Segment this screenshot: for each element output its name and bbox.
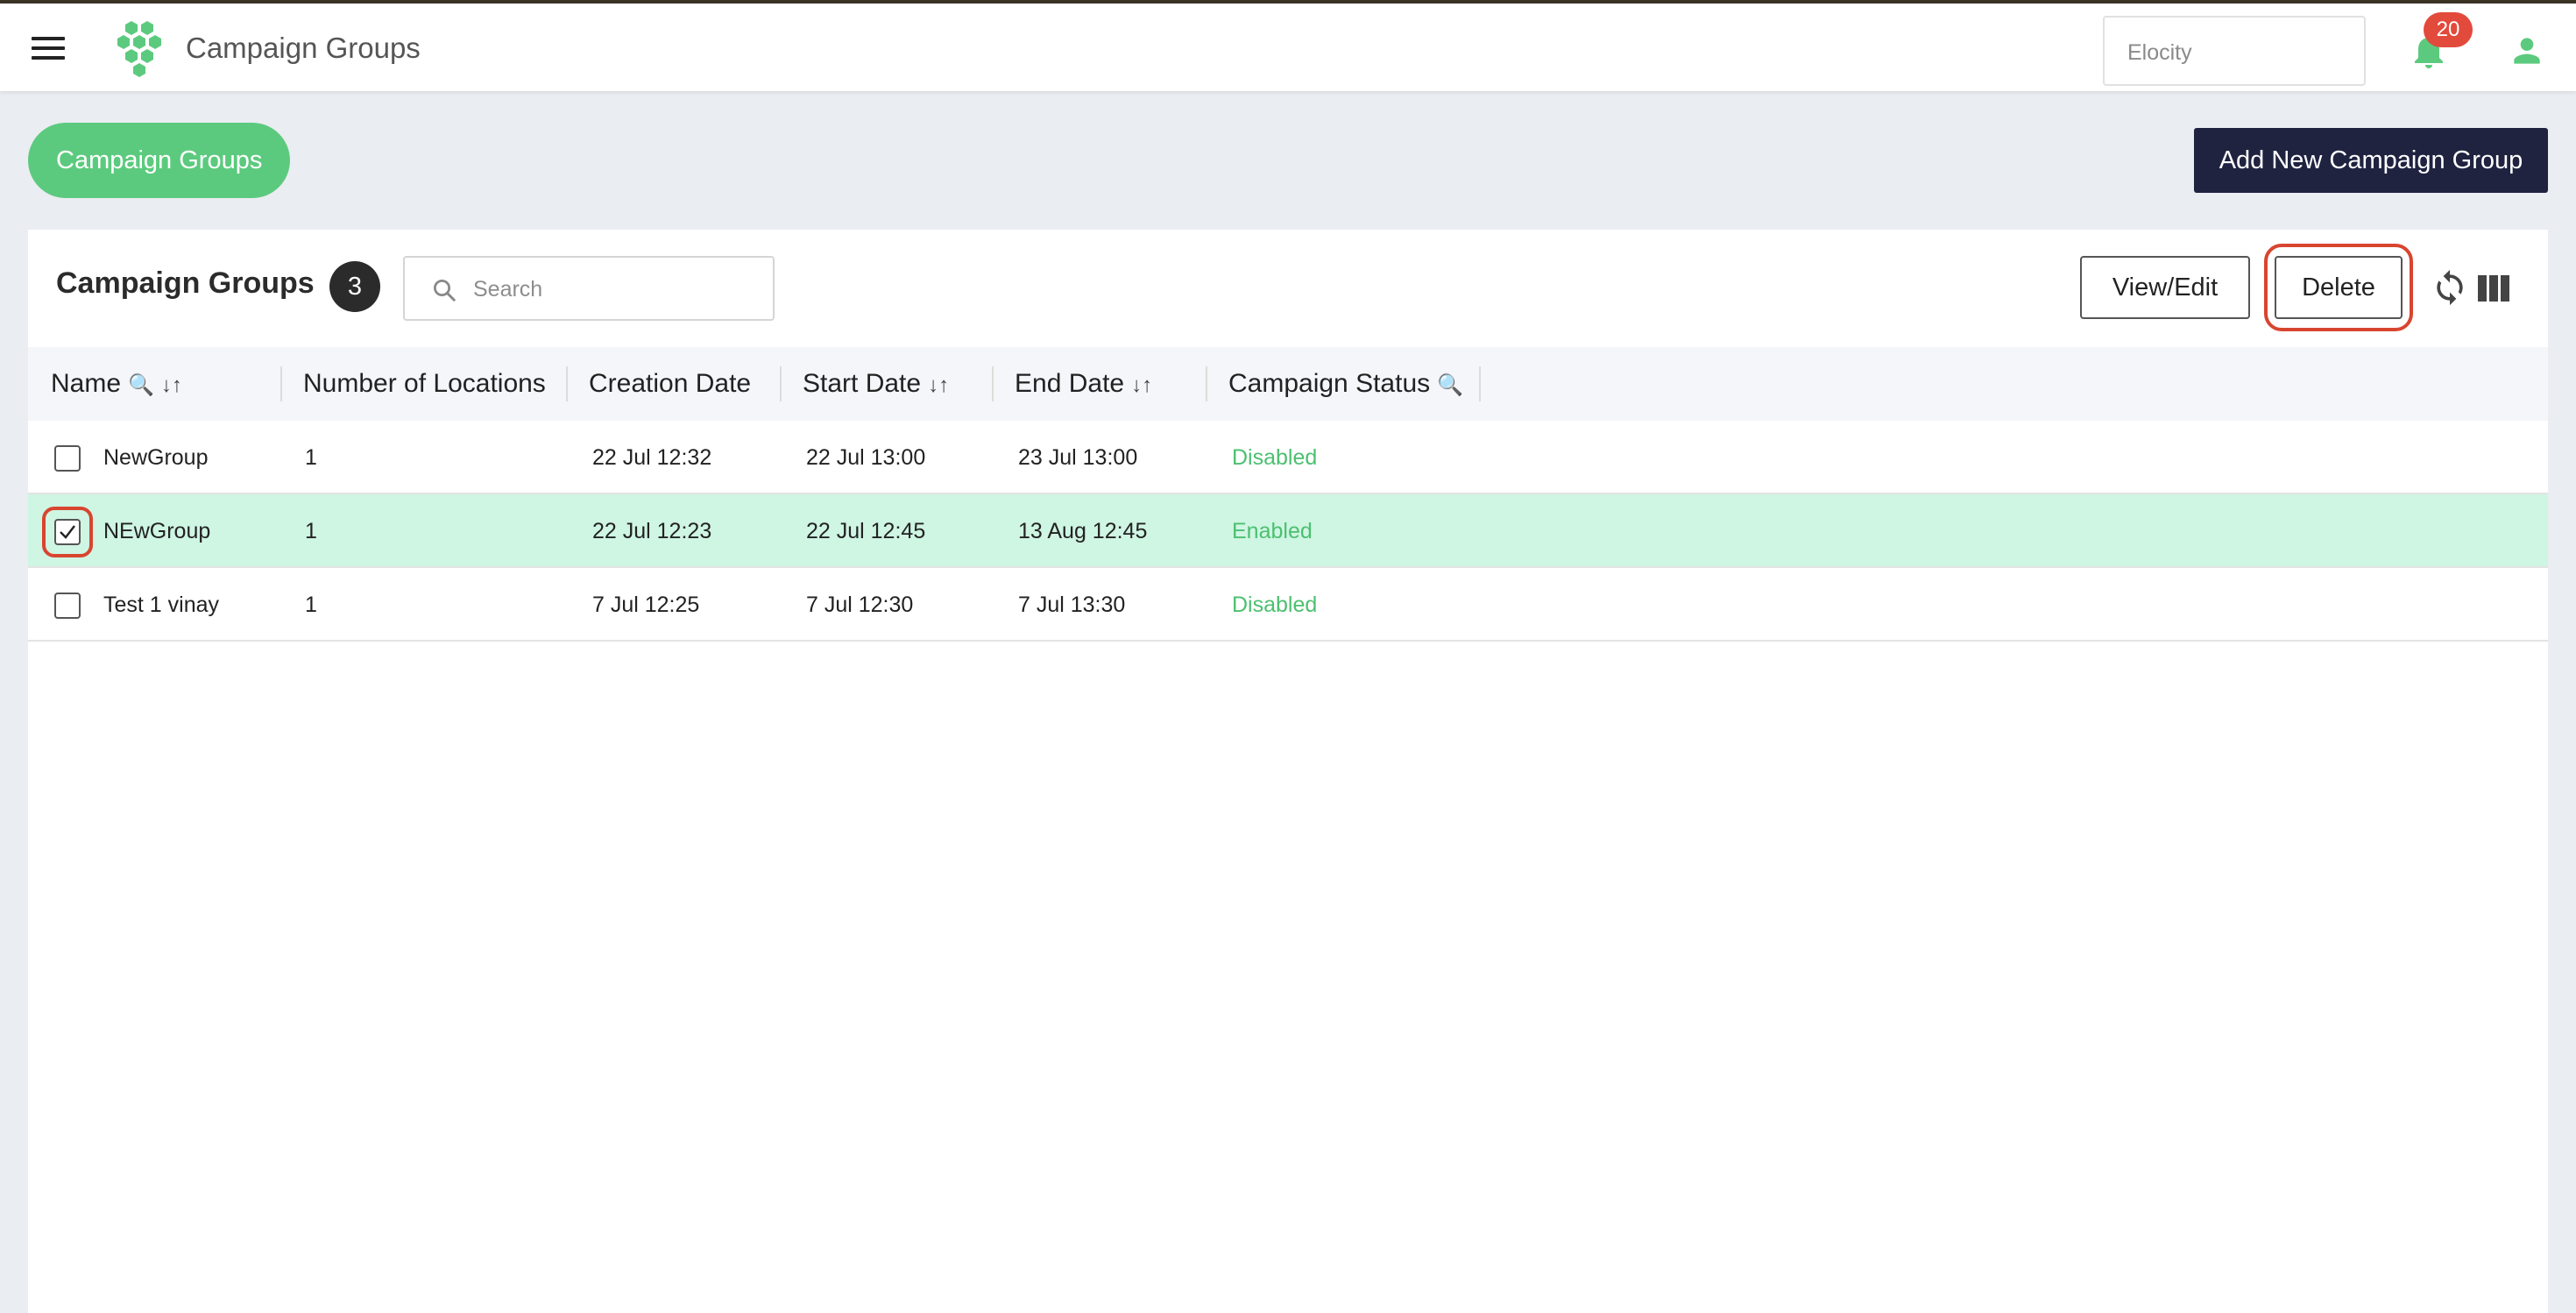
campaign-groups-pill[interactable]: Campaign Groups (28, 123, 291, 198)
delete-button[interactable]: Delete (2275, 256, 2403, 319)
cell-locations: 1 (305, 519, 317, 543)
sort-arrows-icon[interactable]: ↓↑ (161, 373, 182, 397)
add-new-campaign-group-button[interactable]: Add New Campaign Group (2194, 128, 2548, 193)
hamburger-menu-icon[interactable] (32, 37, 65, 63)
row-checkbox[interactable] (54, 445, 81, 472)
refresh-icon[interactable] (2431, 268, 2469, 307)
panel-title: Campaign Groups (56, 266, 315, 300)
column-header-locations[interactable]: Number of Locations (303, 347, 546, 421)
table-row[interactable]: NewGroup 1 22 Jul 12:32 22 Jul 13:00 23 … (28, 421, 2548, 494)
cell-status: Enabled (1232, 519, 1313, 543)
column-divider (280, 366, 282, 401)
cell-name: NewGroup (103, 445, 209, 470)
column-header-start-date[interactable]: Start Date ↓↑ (803, 347, 949, 421)
cell-end-date: 23 Jul 13:00 (1018, 445, 1138, 470)
cell-start-date: 7 Jul 12:30 (806, 593, 914, 617)
top-bar: Campaign Groups Elocity 20 (0, 0, 2576, 91)
columns-icon[interactable] (2478, 275, 2509, 302)
cell-creation-date: 7 Jul 12:25 (592, 593, 700, 617)
search-field[interactable] (403, 256, 775, 321)
column-label: Start Date (803, 369, 922, 398)
column-header-creation-date[interactable]: Creation Date (589, 347, 751, 421)
cell-name: NEwGroup (103, 519, 211, 543)
column-divider (780, 366, 782, 401)
user-icon[interactable] (2508, 32, 2546, 70)
column-divider (1206, 366, 1207, 401)
cell-start-date: 22 Jul 12:45 (806, 519, 926, 543)
cell-creation-date: 22 Jul 12:23 (592, 519, 712, 543)
sort-arrows-icon[interactable]: ↓↑ (928, 373, 949, 397)
cell-end-date: 7 Jul 13:30 (1018, 593, 1126, 617)
hexagon-cluster-logo (117, 21, 161, 77)
table-row[interactable]: Test 1 vinay 1 7 Jul 12:25 7 Jul 12:30 7… (28, 568, 2548, 642)
cell-status: Disabled (1232, 445, 1318, 470)
column-header-name[interactable]: Name 🔍 ↓↑ (51, 347, 182, 421)
search-icon[interactable]: 🔍 (128, 373, 154, 397)
cell-creation-date: 22 Jul 12:32 (592, 445, 712, 470)
search-icon[interactable]: 🔍 (1437, 373, 1463, 397)
view-edit-button[interactable]: View/Edit (2080, 256, 2250, 319)
column-label: Creation Date (589, 369, 752, 398)
row-checkbox[interactable] (54, 593, 81, 619)
tenant-selector[interactable]: Elocity (2103, 16, 2366, 86)
app-title: Campaign Groups (186, 32, 421, 64)
cell-end-date: 13 Aug 12:45 (1018, 519, 1148, 543)
search-input[interactable] (473, 273, 754, 305)
campaign-groups-panel: Campaign Groups 3 View/Edit Delete Name🔍… (28, 230, 2548, 1313)
cell-locations: 1 (305, 445, 317, 470)
table-header: Name 🔍 ↓↑ Number of Locations Creation Dat… (28, 347, 2548, 421)
sort-arrows-icon[interactable]: ↓↑ (1131, 373, 1152, 397)
column-header-campaign-status[interactable]: Campaign Status 🔍 (1228, 347, 1463, 421)
column-divider (992, 366, 994, 401)
table-row[interactable]: NEwGroup 1 22 Jul 12:23 22 Jul 12:45 13 … (28, 494, 2548, 568)
column-label: Campaign Status (1228, 369, 1431, 398)
column-label: End Date (1015, 369, 1125, 398)
cell-locations: 1 (305, 593, 317, 617)
column-divider (566, 366, 568, 401)
cell-name: Test 1 vinay (103, 593, 220, 617)
column-header-end-date[interactable]: End Date ↓↑ (1015, 347, 1152, 421)
column-divider (1479, 366, 1481, 401)
count-badge: 3 (329, 261, 380, 312)
cell-start-date: 22 Jul 13:00 (806, 445, 926, 470)
checkmark-icon (60, 525, 75, 539)
column-label: Number of Locations (303, 369, 546, 398)
cell-status: Disabled (1232, 593, 1318, 617)
search-icon (434, 280, 456, 302)
row-checkbox[interactable] (54, 519, 81, 545)
notification-badge: 20 (2424, 12, 2473, 47)
column-label: Name (51, 369, 122, 398)
